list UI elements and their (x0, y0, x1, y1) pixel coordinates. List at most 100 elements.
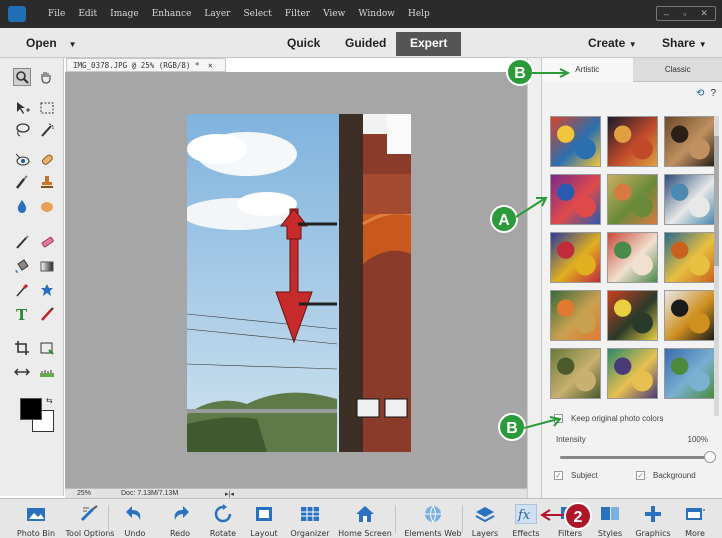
mode-expert[interactable]: Expert (396, 32, 462, 56)
status-menu-arrow-icon[interactable]: ▸|◂ (225, 490, 234, 498)
color-swatches[interactable]: ⇆ (20, 396, 56, 434)
graphics-icon (642, 504, 664, 524)
eraser-icon[interactable] (39, 234, 55, 250)
subject-row[interactable]: ✓ Subject (554, 471, 598, 480)
taskbar-elements-web-button[interactable]: Elements Web (403, 499, 463, 538)
blur-icon[interactable] (14, 198, 30, 214)
swap-colors-icon[interactable]: ⇆ (46, 396, 53, 405)
maximize-icon[interactable]: ▫ (683, 9, 686, 19)
photo-canvas[interactable] (187, 114, 411, 452)
scrollbar-thumb[interactable] (714, 136, 719, 266)
taskbar-organizer-button[interactable]: Organizer (288, 499, 332, 538)
taskbar-divider (462, 505, 463, 533)
red-eye-icon[interactable] (14, 152, 30, 168)
keep-colors-row[interactable]: Keep original photo colors (554, 414, 664, 423)
taskbar-styles-button[interactable]: Styles (595, 499, 625, 538)
lasso-icon[interactable] (14, 122, 30, 138)
effect-thumbnail[interactable] (550, 232, 601, 283)
background-row[interactable]: ✓ Background (636, 471, 696, 480)
menu-help[interactable]: Help (408, 9, 430, 19)
canvas-area[interactable] (65, 72, 527, 488)
menu-list: File Edit Image Enhance Layer Select Fil… (48, 0, 430, 28)
zoom-icon[interactable] (13, 68, 31, 86)
menu-filter[interactable]: Filter (285, 9, 310, 19)
effect-thumbnail[interactable] (607, 348, 658, 399)
marquee-icon[interactable] (39, 100, 55, 116)
effect-thumbnail[interactable] (607, 290, 658, 341)
menu-layer[interactable]: Layer (204, 9, 230, 19)
crop-icon[interactable] (14, 340, 30, 356)
smart-brush-icon[interactable] (14, 174, 30, 190)
type-icon[interactable]: T (14, 306, 30, 322)
recompose-icon[interactable] (39, 340, 55, 356)
zoom-readout[interactable]: 25% (77, 490, 91, 497)
taskbar-graphics-button[interactable]: Graphics (635, 499, 671, 538)
menu-image[interactable]: Image (110, 9, 139, 19)
paint-bucket-icon[interactable] (14, 258, 30, 274)
effect-thumbnail[interactable] (550, 116, 601, 167)
intensity-row: Intensity 100% (556, 435, 708, 444)
brush-icon[interactable] (14, 234, 30, 250)
tab-classic[interactable]: Classic (632, 58, 722, 82)
help-icon[interactable]: ? (710, 88, 716, 99)
intensity-slider-handle[interactable] (704, 451, 716, 463)
taskbar-redo-button[interactable]: Redo (165, 499, 195, 538)
minimize-icon[interactable]: – (664, 9, 669, 19)
pencil-icon[interactable] (39, 306, 55, 322)
mode-guided[interactable]: Guided (345, 36, 386, 50)
spot-healing-icon[interactable] (39, 152, 55, 168)
taskbar-tool-options-button[interactable]: Tool Options (62, 499, 118, 538)
effect-thumbnail[interactable] (607, 174, 658, 225)
effect-thumbnail[interactable] (607, 116, 658, 167)
menu-select[interactable]: Select (243, 9, 271, 19)
hand-icon[interactable] (38, 69, 54, 85)
effect-thumbnail[interactable] (664, 348, 715, 399)
sponge-icon[interactable] (39, 198, 55, 214)
intensity-slider[interactable] (560, 456, 710, 459)
effect-thumbnail[interactable] (664, 174, 715, 225)
taskbar-effects-button[interactable]: fx Effects (509, 499, 543, 538)
effect-thumbnail[interactable] (550, 348, 601, 399)
reset-icon[interactable]: ⟲ (696, 88, 704, 99)
share-button[interactable]: Share ▼ (662, 36, 707, 50)
content-aware-move-icon[interactable] (14, 364, 30, 380)
taskbar-rotate-button[interactable]: Rotate (205, 499, 241, 538)
create-button[interactable]: Create ▼ (588, 36, 637, 50)
taskbar-layers-button[interactable]: Layers (469, 499, 501, 538)
straighten-icon[interactable] (39, 364, 55, 380)
background-checkbox[interactable]: ✓ (636, 471, 645, 480)
taskbar-photo-bin-button[interactable]: Photo Bin (14, 499, 58, 538)
menu-enhance[interactable]: Enhance (152, 9, 192, 19)
document-tab[interactable]: IMG_0378.JPG @ 25% (RGB/8) * × (66, 58, 226, 72)
menu-file[interactable]: File (48, 9, 65, 19)
mode-quick[interactable]: Quick (287, 36, 320, 50)
callout-b-bottom: B (498, 413, 526, 441)
close-tab-icon[interactable]: × (208, 61, 213, 70)
subject-checkbox[interactable]: ✓ (554, 471, 563, 480)
clone-stamp-icon[interactable] (39, 174, 55, 190)
effect-thumbnail[interactable] (664, 232, 715, 283)
open-button[interactable]: Open ▼ (26, 36, 77, 50)
effect-thumbnail[interactable] (550, 290, 601, 341)
close-window-icon[interactable]: ✕ (700, 8, 708, 19)
gradient-icon[interactable] (39, 258, 55, 274)
effects-scrollbar[interactable] (714, 116, 719, 416)
menu-view[interactable]: View (323, 9, 345, 19)
quick-selection-icon[interactable] (39, 122, 55, 138)
taskbar-more-button[interactable]: More (680, 499, 710, 538)
effect-thumbnail[interactable] (664, 290, 715, 341)
taskbar-layout-button[interactable]: Layout (248, 499, 280, 538)
menu-window[interactable]: Window (358, 9, 395, 19)
effect-thumbnail[interactable] (607, 232, 658, 283)
move-icon[interactable] (14, 100, 30, 116)
foreground-color-swatch[interactable] (20, 398, 42, 420)
menu-edit[interactable]: Edit (78, 9, 97, 19)
vertical-scrollbar[interactable] (527, 58, 541, 498)
effect-thumbnail[interactable] (550, 174, 601, 225)
doc-size-readout[interactable]: Doc: 7.13M/7.13M (121, 490, 178, 497)
taskbar-undo-button[interactable]: Undo (120, 499, 150, 538)
effect-thumbnail[interactable] (664, 116, 715, 167)
taskbar-home-screen-button[interactable]: Home Screen (336, 499, 394, 538)
custom-shape-icon[interactable] (39, 282, 55, 298)
eyedropper-icon[interactable] (14, 282, 30, 298)
